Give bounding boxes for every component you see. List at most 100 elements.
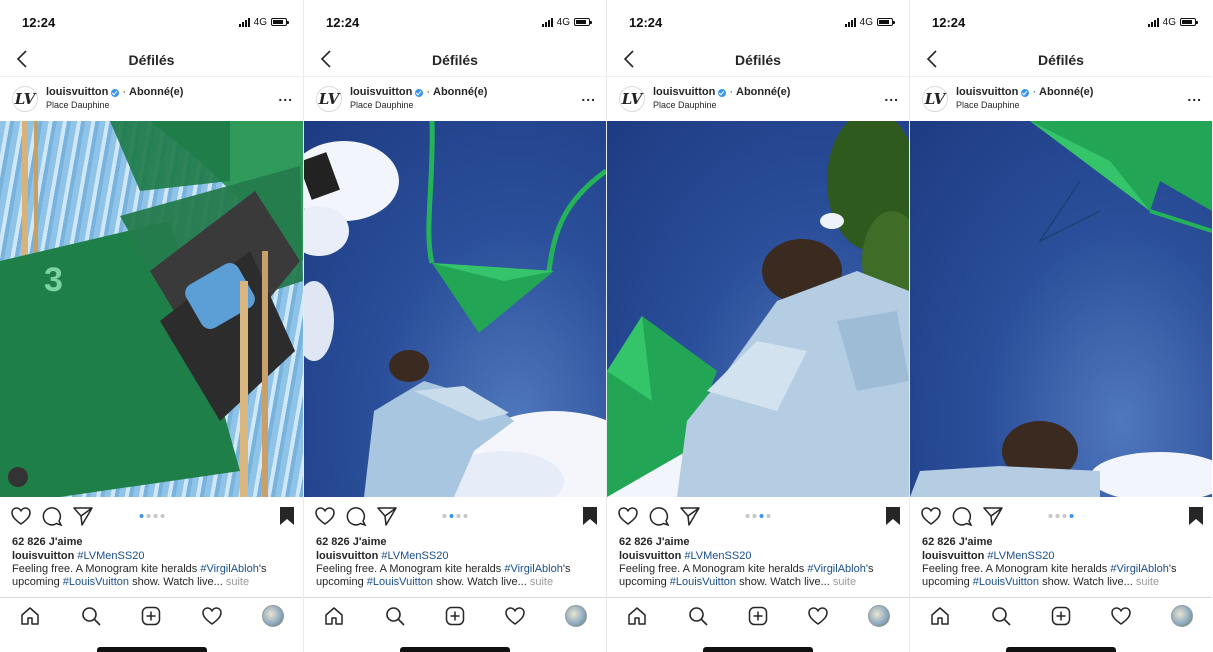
profile-tab-avatar[interactable] [867, 605, 890, 627]
likes-count[interactable]: 62 826 J'aime [0, 535, 303, 550]
more-caption-link[interactable]: suite [833, 576, 856, 588]
search-icon[interactable] [80, 605, 102, 627]
avatar[interactable]: LV [12, 86, 38, 112]
avatar[interactable]: LV [316, 86, 342, 112]
search-icon[interactable] [687, 605, 709, 627]
home-icon[interactable] [626, 605, 648, 627]
add-post-icon[interactable] [747, 605, 769, 627]
comment-icon[interactable] [345, 505, 367, 527]
comment-icon[interactable] [951, 505, 973, 527]
avatar[interactable]: LV [922, 86, 948, 112]
share-icon[interactable] [982, 505, 1004, 527]
home-icon[interactable] [323, 605, 345, 627]
profile-tab-avatar[interactable] [564, 605, 587, 627]
network-label: 4G [1162, 16, 1176, 28]
likes-count[interactable]: 62 826 J'aime [910, 535, 1212, 550]
activity-heart-icon[interactable] [807, 605, 829, 627]
chevron-left-icon[interactable] [619, 48, 641, 70]
username[interactable]: louisvuitton [653, 86, 715, 99]
carousel-dot [139, 514, 143, 518]
caption-username[interactable]: louisvuitton [316, 550, 378, 562]
caption-text-3: show. Watch live... [433, 576, 530, 588]
more-options-button[interactable]: ... [278, 88, 293, 110]
bookmark-icon[interactable] [582, 506, 598, 526]
caption-username[interactable]: louisvuitton [12, 550, 74, 562]
location-link[interactable]: Place Dauphine [350, 99, 581, 112]
search-icon[interactable] [990, 605, 1012, 627]
caption-username[interactable]: louisvuitton [922, 550, 984, 562]
location-link[interactable]: Place Dauphine [956, 99, 1187, 112]
post-header: LV louisvuitton · Abonné(e) Place Dauphi… [607, 77, 909, 121]
username[interactable]: louisvuitton [956, 86, 1018, 99]
likes-count[interactable]: 62 826 J'aime [607, 535, 909, 550]
add-post-icon[interactable] [1050, 605, 1072, 627]
hashtag-lvmenss20[interactable]: #LVMenSS20 [684, 550, 751, 562]
activity-heart-icon[interactable] [1110, 605, 1132, 627]
post-photo[interactable] [304, 121, 606, 497]
svg-text:3: 3 [44, 261, 63, 299]
more-options-button[interactable]: ... [1187, 88, 1202, 110]
more-caption-link[interactable]: suite [530, 576, 553, 588]
profile-tab-avatar[interactable] [1170, 605, 1193, 627]
more-caption-link[interactable]: suite [226, 576, 249, 588]
home-icon[interactable] [929, 605, 951, 627]
caption-username[interactable]: louisvuitton [619, 550, 681, 562]
follow-button[interactable]: Abonné(e) [433, 86, 487, 99]
share-icon[interactable] [72, 505, 94, 527]
avatar[interactable]: LV [619, 86, 645, 112]
hashtag-louisvuitton[interactable]: #LouisVuitton [973, 576, 1039, 588]
tab-bar [910, 597, 1212, 634]
hashtag-virgilabloh[interactable]: #VirgilAbloh [200, 563, 259, 575]
username[interactable]: louisvuitton [46, 86, 108, 99]
post-photo[interactable] [607, 121, 909, 497]
signal-icon [541, 17, 553, 27]
comment-icon[interactable] [648, 505, 670, 527]
location-link[interactable]: Place Dauphine [653, 99, 884, 112]
bookmark-icon[interactable] [1188, 506, 1204, 526]
share-icon[interactable] [679, 505, 701, 527]
home-icon[interactable] [19, 605, 41, 627]
location-link[interactable]: Place Dauphine [46, 99, 278, 112]
heart-icon[interactable] [10, 505, 32, 527]
post-header: LV louisvuitton · Abonné(e) Place Dauphi… [910, 77, 1212, 121]
bookmark-icon[interactable] [885, 506, 901, 526]
search-icon[interactable] [384, 605, 406, 627]
follow-button[interactable]: Abonné(e) [1039, 86, 1093, 99]
heart-icon[interactable] [920, 505, 942, 527]
hashtag-lvmenss20[interactable]: #LVMenSS20 [381, 550, 448, 562]
heart-icon[interactable] [314, 505, 336, 527]
chevron-left-icon[interactable] [316, 48, 338, 70]
hashtag-lvmenss20[interactable]: #LVMenSS20 [987, 550, 1054, 562]
battery-icon [877, 18, 895, 26]
carousel-dot [745, 514, 750, 518]
comment-icon[interactable] [41, 505, 63, 527]
activity-heart-icon[interactable] [504, 605, 526, 627]
hashtag-louisvuitton[interactable]: #LouisVuitton [63, 576, 129, 588]
hashtag-louisvuitton[interactable]: #LouisVuitton [367, 576, 433, 588]
username[interactable]: louisvuitton [350, 86, 412, 99]
caption: louisvuitton #LVMenSS20 Feeling free. A … [910, 550, 1212, 589]
follow-button[interactable]: Abonné(e) [736, 86, 790, 99]
chevron-left-icon[interactable] [922, 48, 944, 70]
carousel-dot [449, 514, 454, 518]
profile-tab-avatar[interactable] [261, 605, 284, 627]
hashtag-virgilabloh[interactable]: #VirgilAbloh [504, 563, 563, 575]
hashtag-louisvuitton[interactable]: #LouisVuitton [670, 576, 736, 588]
hashtag-virgilabloh[interactable]: #VirgilAbloh [807, 563, 866, 575]
heart-icon[interactable] [617, 505, 639, 527]
likes-count[interactable]: 62 826 J'aime [304, 535, 606, 550]
chevron-left-icon[interactable] [12, 48, 34, 70]
follow-button[interactable]: Abonné(e) [129, 86, 183, 99]
add-post-icon[interactable] [140, 605, 162, 627]
hashtag-virgilabloh[interactable]: #VirgilAbloh [1110, 563, 1169, 575]
more-caption-link[interactable]: suite [1136, 576, 1159, 588]
post-photo[interactable]: 3 [0, 121, 303, 497]
activity-heart-icon[interactable] [201, 605, 223, 627]
more-options-button[interactable]: ... [581, 88, 596, 110]
share-icon[interactable] [376, 505, 398, 527]
post-photo[interactable] [910, 121, 1212, 497]
add-post-icon[interactable] [444, 605, 466, 627]
hashtag-lvmenss20[interactable]: #LVMenSS20 [77, 550, 144, 562]
more-options-button[interactable]: ... [884, 88, 899, 110]
bookmark-icon[interactable] [279, 506, 295, 526]
